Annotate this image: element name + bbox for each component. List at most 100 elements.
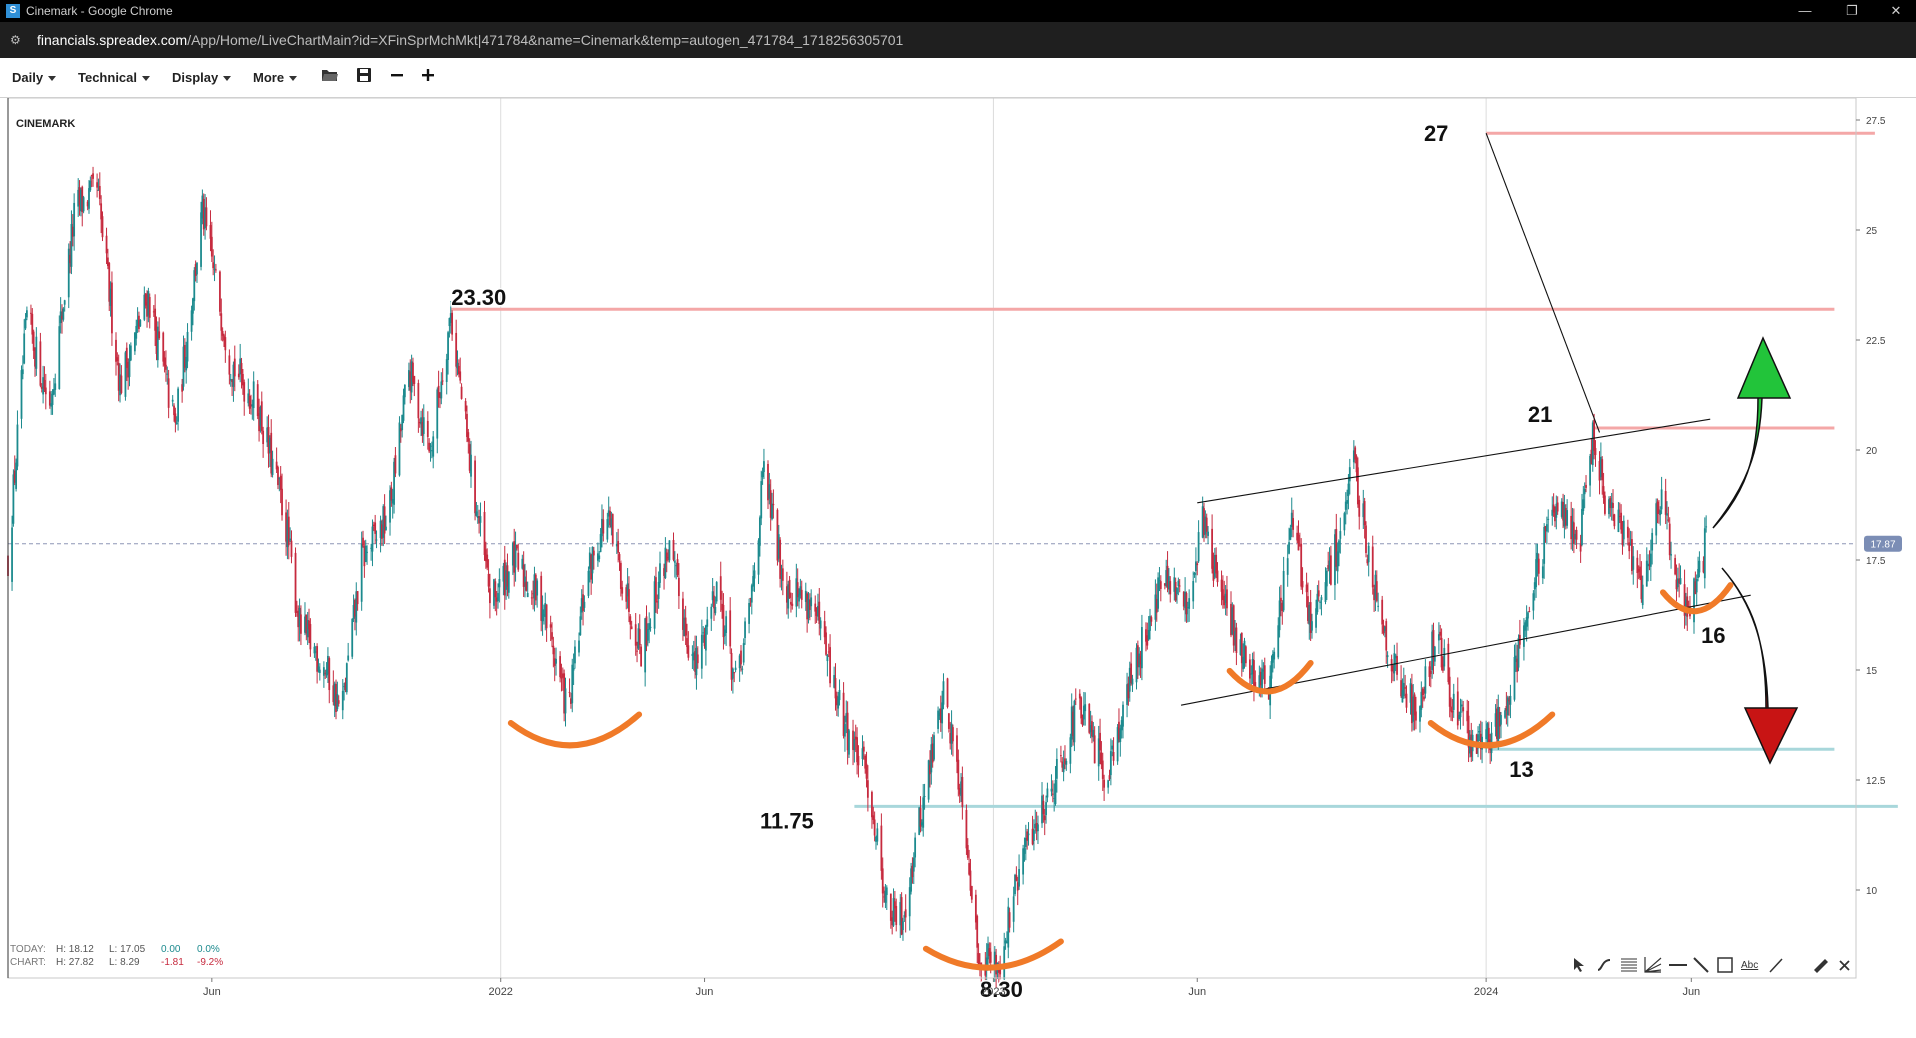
x-tick-label: 2024 — [1474, 986, 1498, 998]
save-icon[interactable] — [354, 67, 374, 87]
display-menu[interactable]: Display — [172, 70, 232, 85]
folder-open-icon[interactable] — [320, 67, 340, 87]
ruler-icon[interactable] — [1814, 959, 1828, 973]
chevron-down-icon — [223, 76, 232, 82]
fan-icon[interactable] — [1644, 957, 1662, 973]
candle-body — [853, 738, 856, 751]
candle-body — [1460, 704, 1463, 707]
candle-body — [1527, 612, 1529, 619]
candle-body — [706, 619, 709, 627]
candle-body — [58, 326, 61, 389]
candle-body — [1626, 526, 1629, 538]
candle-body — [1660, 489, 1663, 510]
x-tick-label: 2023 — [981, 986, 1005, 998]
daily-menu[interactable]: Daily — [12, 70, 57, 85]
technical-menu[interactable]: Technical — [78, 70, 151, 85]
technical-label: Technical — [78, 70, 138, 85]
candle-body — [719, 576, 722, 600]
close-icon[interactable]: ✕ — [1876, 2, 1916, 20]
text-abc-icon[interactable]: Abc — [1741, 960, 1758, 971]
candle-body — [922, 797, 925, 828]
price-chart[interactable]: 17.87 23.30272111.75138.3016 Jun 2022 Jun 2… — [0, 97, 1916, 1033]
x-tick-label: Jun — [696, 986, 714, 998]
site-settings-icon[interactable]: ⚙ — [10, 33, 26, 47]
cursor-arrow-icon[interactable] — [1574, 958, 1584, 972]
today-label: TODAY: — [10, 944, 46, 955]
fib-grid-icon[interactable] — [1621, 958, 1637, 972]
candle-body — [1703, 528, 1706, 579]
candle-body — [914, 837, 917, 858]
annotation-label: 13 — [1509, 757, 1533, 782]
candle-body — [1073, 700, 1076, 743]
candle-body — [1504, 710, 1506, 718]
candle-body — [1556, 502, 1559, 512]
candle-body — [618, 554, 621, 561]
candle-body — [171, 399, 174, 402]
candle-body — [1649, 553, 1652, 567]
candle-body — [375, 539, 378, 541]
candle-body — [1320, 597, 1323, 601]
candle-body — [35, 336, 38, 369]
candle-body — [221, 330, 224, 336]
candle-body — [696, 654, 699, 664]
minus-icon[interactable] — [387, 67, 407, 87]
more-label: More — [253, 70, 285, 85]
candle-body — [479, 516, 482, 523]
candle-body — [1451, 710, 1454, 713]
candle-body — [271, 458, 274, 475]
candle-body — [1311, 621, 1313, 631]
close-icon[interactable] — [1839, 960, 1850, 971]
candle-body — [1358, 499, 1361, 517]
candle-body — [474, 460, 476, 514]
curve-icon[interactable] — [1597, 959, 1611, 971]
candle-body — [1026, 831, 1029, 841]
candle-body — [1566, 510, 1569, 526]
candle-body — [252, 381, 255, 409]
rectangle-icon[interactable] — [1717, 957, 1733, 973]
trend-line-icon[interactable] — [1693, 957, 1709, 973]
candle-body — [578, 640, 580, 653]
candle-body — [54, 383, 57, 390]
candle-body — [1572, 522, 1575, 544]
chart-area[interactable]: 17.87 23.30 27 21 11.75 13 8.30 16 Jun 2022 Jun 2… — [0, 97, 1916, 1033]
candle-body — [1112, 752, 1115, 761]
drawing-toolbar: Abc — [1574, 957, 1850, 973]
candle-body — [838, 690, 841, 701]
address-bar[interactable]: ⚙ financials.spreadex.com/App/Home/LiveC… — [0, 22, 1916, 58]
candle-body — [1157, 577, 1160, 609]
candle-body — [120, 375, 123, 393]
candle-body — [162, 332, 165, 362]
candle-body — [1686, 596, 1689, 617]
candle-body — [483, 511, 486, 555]
candle-body — [895, 905, 898, 926]
candle-body — [205, 207, 208, 227]
minimize-icon[interactable]: — — [1785, 2, 1825, 20]
plus-icon[interactable] — [418, 67, 438, 87]
candle-body — [912, 857, 915, 872]
candle-body — [583, 601, 586, 608]
candle-body — [360, 543, 363, 602]
candle-body — [733, 672, 736, 674]
candle-body — [494, 581, 497, 598]
candle-body — [92, 173, 94, 179]
candle-body — [638, 629, 641, 645]
restore-icon[interactable]: ❐ — [1832, 2, 1872, 20]
candle-body — [933, 735, 935, 760]
level-lines — [450, 131, 1898, 808]
pencil-line-icon[interactable] — [1769, 958, 1783, 973]
candle-body — [220, 313, 223, 331]
url-text[interactable]: financials.spreadex.com/App/Home/LiveCha… — [37, 32, 903, 48]
candle-body — [734, 667, 737, 671]
candle-body — [1027, 833, 1030, 836]
y-tick-label: 15 — [1866, 666, 1878, 677]
candle-body — [630, 626, 633, 630]
candle-body — [873, 819, 876, 836]
candle-body — [300, 614, 302, 634]
candle-body — [989, 951, 992, 963]
candle-body — [1037, 824, 1039, 832]
candle-body — [1060, 755, 1062, 757]
candle-body — [11, 527, 13, 582]
more-menu[interactable]: More — [253, 70, 298, 85]
candle-body — [1582, 499, 1585, 512]
candle-body — [1099, 732, 1101, 751]
